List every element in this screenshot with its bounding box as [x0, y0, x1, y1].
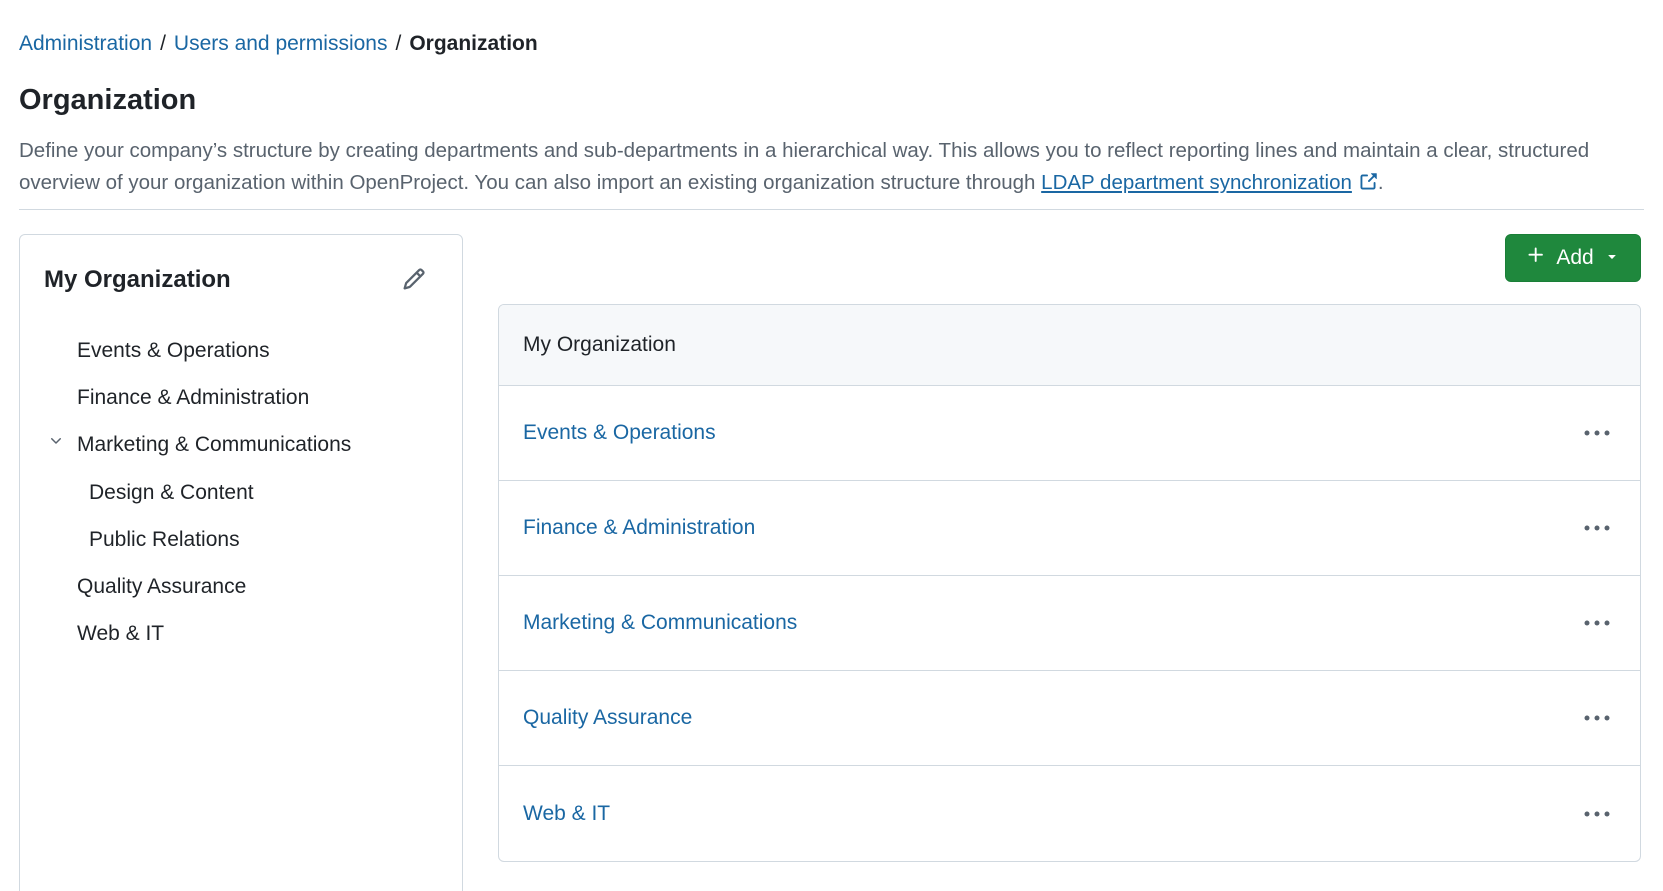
- department-link[interactable]: Quality Assurance: [523, 706, 692, 730]
- kebab-horizontal-icon[interactable]: [1582, 611, 1612, 635]
- breadcrumb-separator: /: [395, 32, 402, 55]
- pencil-icon[interactable]: [400, 265, 428, 293]
- breadcrumb-administration[interactable]: Administration: [19, 32, 152, 55]
- breadcrumb-separator: /: [160, 32, 166, 55]
- list-item: Finance & Administration: [499, 481, 1640, 576]
- tree-item-finance-administration[interactable]: Finance & Administration: [77, 384, 309, 412]
- ldap-sync-link[interactable]: LDAP department synchronization: [1041, 171, 1352, 194]
- add-button-label: Add: [1556, 246, 1594, 269]
- department-link[interactable]: Events & Operations: [523, 421, 716, 445]
- external-link-icon[interactable]: [1358, 170, 1378, 202]
- triangle-down-icon: [1604, 246, 1620, 270]
- department-link[interactable]: Finance & Administration: [523, 516, 755, 540]
- tree-title: My Organization: [44, 266, 231, 293]
- tree-item-public-relations[interactable]: Public Relations: [89, 526, 240, 554]
- tree-item-web-it[interactable]: Web & IT: [77, 620, 164, 648]
- tree-item-marketing-communications[interactable]: Marketing & Communications: [77, 431, 351, 459]
- kebab-horizontal-icon[interactable]: [1582, 802, 1612, 826]
- tree-item-events-operations[interactable]: Events & Operations: [77, 337, 270, 365]
- kebab-horizontal-icon[interactable]: [1582, 516, 1612, 540]
- page: Administration / Users and permissions / Org…: [0, 0, 1663, 891]
- list-header: My Organization: [499, 305, 1640, 386]
- breadcrumb-current: Organization: [409, 32, 538, 55]
- list-item: Web & IT: [499, 766, 1640, 861]
- divider: [19, 209, 1644, 210]
- organization-tree-panel: My Organization Events & Operations Fina…: [19, 234, 463, 891]
- description-end: .: [1377, 171, 1384, 194]
- list-item: Quality Assurance: [499, 671, 1640, 766]
- page-title: Organization: [19, 84, 197, 116]
- list-item: Marketing & Communications: [499, 576, 1640, 671]
- list-item: Events & Operations: [499, 386, 1640, 481]
- breadcrumb: Administration / Users and permissions / Org…: [19, 30, 538, 58]
- department-list-panel: My Organization Events & Operations Fina…: [498, 304, 1641, 862]
- description-text: Define your company’s structure by creat…: [19, 139, 1590, 194]
- kebab-horizontal-icon[interactable]: [1582, 421, 1612, 445]
- chevron-down-icon[interactable]: [48, 433, 64, 449]
- add-button[interactable]: Add: [1505, 234, 1641, 282]
- department-link[interactable]: Marketing & Communications: [523, 611, 797, 635]
- tree-item-quality-assurance[interactable]: Quality Assurance: [77, 573, 246, 601]
- kebab-horizontal-icon[interactable]: [1582, 706, 1612, 730]
- breadcrumb-users-permissions[interactable]: Users and permissions: [174, 32, 388, 55]
- department-link[interactable]: Web & IT: [523, 802, 610, 826]
- page-description: Define your company’s structure by creat…: [19, 135, 1644, 202]
- plus-icon: [1526, 245, 1546, 271]
- tree-item-design-content[interactable]: Design & Content: [89, 479, 254, 507]
